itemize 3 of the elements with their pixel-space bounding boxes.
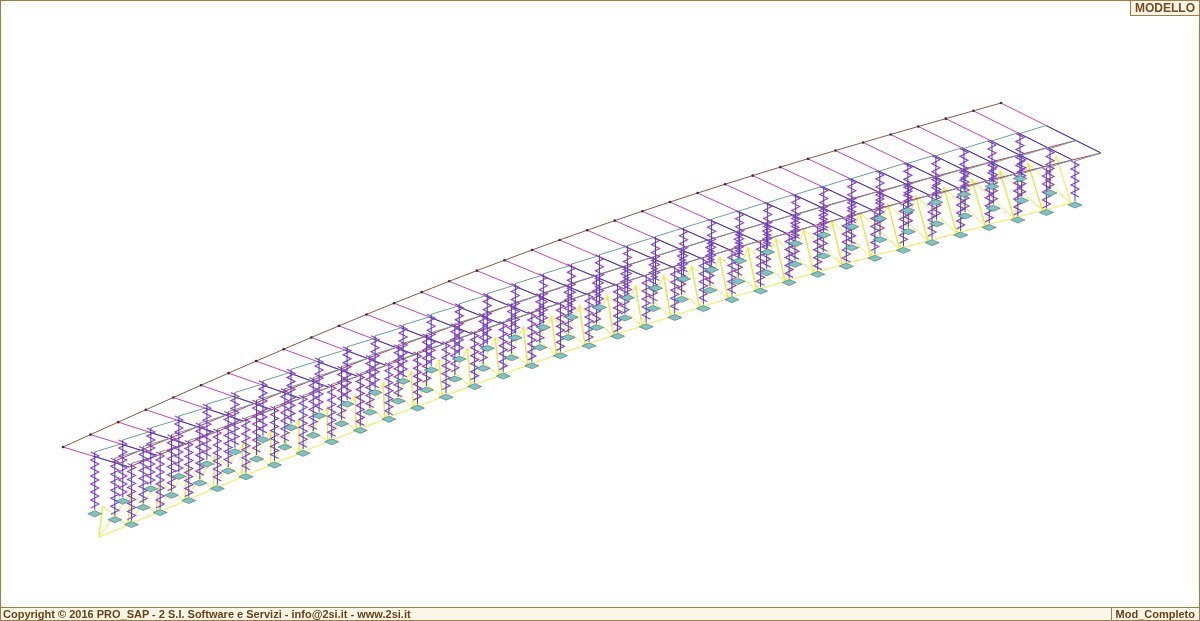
- view-label: MODELLO: [1130, 1, 1199, 16]
- copyright-text: Copyright © 2016 PRO_SAP - 2 S.I. Software e Servizi - info@2si.it - www.2si.it: [2, 608, 411, 620]
- mode-label: Mod_Completo: [1110, 608, 1199, 620]
